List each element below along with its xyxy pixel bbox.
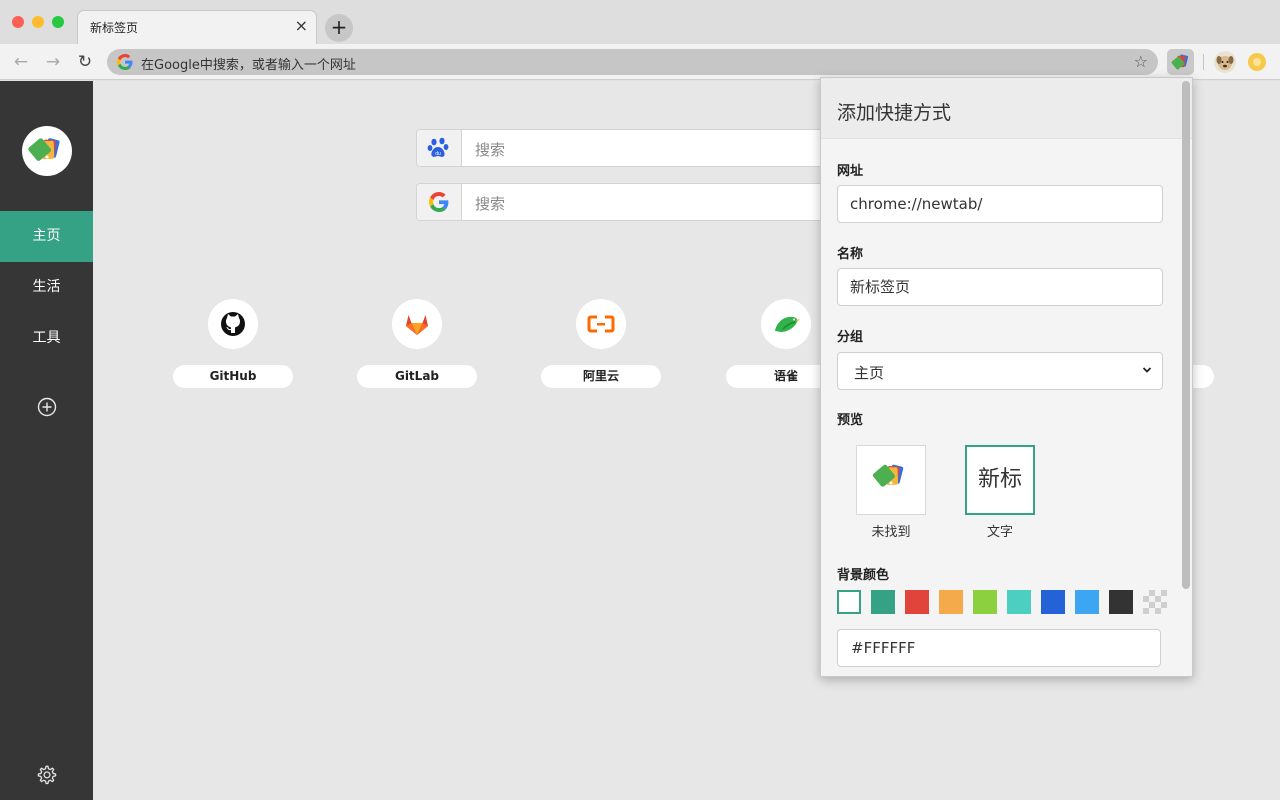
gitlab-icon[interactable]: [392, 299, 442, 349]
color-swatch[interactable]: [871, 590, 895, 614]
new-tab-button[interactable]: +: [325, 14, 353, 42]
settings-gear-icon[interactable]: [36, 764, 58, 786]
popup-scrollbar[interactable]: [1182, 81, 1190, 589]
shortcut-label[interactable]: GitHub: [173, 365, 293, 388]
color-swatch[interactable]: [1075, 590, 1099, 614]
sidebar-item-tools[interactable]: 工具: [0, 313, 93, 364]
color-swatch[interactable]: [1143, 590, 1167, 614]
shortcut-aliyun: 阿里云: [541, 299, 661, 391]
maximize-window-button[interactable]: [52, 16, 64, 28]
url-label: 网址: [837, 164, 864, 179]
minimize-window-button[interactable]: [32, 16, 44, 28]
group-select-value: 主页: [854, 364, 885, 382]
shortcut-label[interactable]: 阿里云: [541, 365, 661, 388]
tab-close-icon[interactable]: ×: [295, 16, 308, 36]
color-swatch[interactable]: [1007, 590, 1031, 614]
app-logo[interactable]: [22, 126, 72, 176]
bookmark-star-icon[interactable]: ☆: [1134, 52, 1148, 71]
url-field[interactable]: chrome://newtab/: [837, 185, 1163, 223]
color-swatch[interactable]: [837, 590, 861, 614]
preview-image-caption: 未找到: [871, 525, 911, 540]
title-bar: 新标签页 × +: [0, 0, 1280, 45]
baidu-engine-selector[interactable]: du: [417, 130, 462, 166]
address-bar[interactable]: 在Google中搜索，或者输入一个网址 ☆: [107, 49, 1158, 75]
color-swatch[interactable]: [1041, 590, 1065, 614]
search-placeholder: 搜索: [475, 141, 506, 159]
browser-tab[interactable]: 新标签页 ×: [77, 10, 317, 45]
color-swatch[interactable]: [939, 590, 963, 614]
browser-toolbar: ← → ↻ 在Google中搜索，或者输入一个网址 ☆: [0, 44, 1280, 80]
aliyun-icon[interactable]: [576, 299, 626, 349]
tab-title: 新标签页: [90, 21, 139, 35]
google-engine-selector[interactable]: [417, 184, 462, 220]
preview-label: 预览: [837, 413, 864, 428]
baidu-paw-icon: du: [427, 137, 449, 157]
group-label: 分组: [837, 330, 864, 345]
tag-cards-logo-icon: [872, 464, 904, 487]
google-icon: [429, 192, 449, 212]
google-icon: [117, 54, 133, 70]
search-placeholder: 搜索: [475, 195, 506, 213]
add-group-icon[interactable]: [37, 397, 57, 417]
preview-image-option[interactable]: [856, 445, 926, 515]
profile-avatar[interactable]: [1214, 51, 1236, 73]
name-field[interactable]: 新标签页: [837, 268, 1163, 306]
back-button[interactable]: ←: [9, 50, 33, 74]
preview-text-caption: 文字: [986, 525, 1013, 540]
add-shortcut-popup: 添加快捷方式 网址 chrome://newtab/ 名称 新标签页 分组 主页…: [820, 77, 1193, 677]
name-label: 名称: [837, 247, 864, 262]
color-swatch[interactable]: [1109, 590, 1133, 614]
address-bar-text: 在Google中搜索，或者输入一个网址: [141, 58, 356, 73]
tag-cards-logo-icon: [28, 138, 60, 161]
preview-text-option[interactable]: 新标: [965, 445, 1035, 515]
close-window-button[interactable]: [12, 16, 24, 28]
group-select[interactable]: 主页: [837, 352, 1163, 390]
forward-button[interactable]: →: [41, 50, 65, 74]
baidu-search-bar[interactable]: du 搜索: [416, 129, 836, 167]
update-notification-icon[interactable]: [1248, 53, 1266, 71]
extension-button[interactable]: [1167, 49, 1194, 75]
shortcut-label[interactable]: GitLab: [357, 365, 477, 388]
sidebar-item-life[interactable]: 生活: [0, 262, 93, 313]
google-search-bar[interactable]: 搜索: [416, 183, 836, 221]
popup-header: 添加快捷方式: [821, 78, 1192, 139]
shortcut-github: GitHub: [173, 299, 293, 391]
extension-logo-icon: [1171, 54, 1189, 70]
reload-button[interactable]: ↻: [73, 50, 97, 74]
toolbar-separator: [1203, 54, 1204, 70]
color-swatch[interactable]: [973, 590, 997, 614]
dog-avatar-icon: [1216, 56, 1234, 70]
chevron-down-icon: [1142, 367, 1152, 373]
github-icon[interactable]: [208, 299, 258, 349]
sidebar: 主页 生活 工具: [0, 81, 93, 800]
sidebar-item-home[interactable]: 主页: [0, 211, 93, 262]
shortcut-gitlab: GitLab: [357, 299, 477, 391]
bg-color-label: 背景颜色: [837, 568, 890, 583]
color-swatch[interactable]: [905, 590, 929, 614]
popup-title: 添加快捷方式: [837, 102, 952, 124]
yuque-icon[interactable]: [761, 299, 811, 349]
svg-text:du: du: [435, 151, 441, 157]
hex-color-field[interactable]: #FFFFFF: [837, 629, 1161, 667]
